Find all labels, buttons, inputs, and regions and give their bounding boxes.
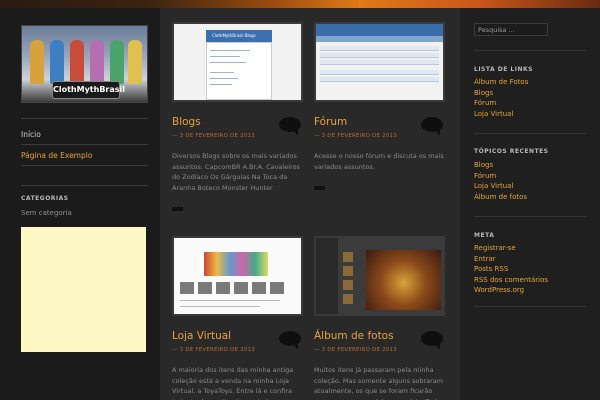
logo-text: ClothMythBrasil bbox=[52, 81, 125, 99]
sticky-note-widget bbox=[21, 227, 146, 352]
post-blogs: ClothMythBrasil Blogs Blogs — 3 DE FEVER… bbox=[172, 22, 303, 211]
recent-posts-heading: TÓPICOS RECENTES bbox=[474, 148, 549, 155]
thumb-cell bbox=[270, 282, 284, 294]
thumb-sidebar bbox=[316, 238, 338, 314]
thumb-banner bbox=[204, 252, 268, 276]
divider bbox=[474, 216, 586, 217]
divider bbox=[21, 185, 148, 186]
comment-bubble-icon[interactable] bbox=[421, 117, 443, 136]
figure-icon bbox=[70, 40, 84, 84]
thumb-cell bbox=[234, 282, 248, 294]
post-excerpt: Muitos itens já passaram pela minha cole… bbox=[314, 366, 444, 400]
thumb-photo bbox=[343, 294, 353, 304]
meta-item[interactable]: WordPress.org bbox=[474, 285, 548, 296]
figure-icon bbox=[50, 40, 64, 84]
thumb-line bbox=[210, 62, 246, 63]
thumb-row bbox=[320, 46, 439, 51]
post-loja-virtual: Loja Virtual — 3 DE FEVEREIRO DE 2013 A … bbox=[172, 236, 303, 400]
thumb-line bbox=[180, 306, 260, 307]
link-item[interactable]: Fórum bbox=[474, 98, 528, 109]
main-nav: Início Página de Exemplo bbox=[21, 124, 148, 166]
thumb-line bbox=[180, 300, 280, 301]
search-input[interactable] bbox=[474, 23, 548, 36]
thumb-row bbox=[320, 53, 439, 58]
thumb-caption: ClothMythBrasil Blogs bbox=[212, 33, 256, 38]
read-more-link[interactable] bbox=[172, 207, 183, 211]
post-thumbnail[interactable] bbox=[314, 22, 445, 102]
thumb-cell bbox=[198, 282, 212, 294]
post-thumbnail[interactable]: ClothMythBrasil Blogs bbox=[172, 22, 303, 102]
meta-item[interactable]: RSS dos comentários bbox=[474, 275, 548, 286]
post-date[interactable]: — 3 DE FEVEREIRO DE 2013 bbox=[172, 347, 303, 353]
thumb-photo bbox=[343, 266, 353, 276]
recent-post-item[interactable]: Fórum bbox=[474, 171, 527, 182]
thumb-main-photo bbox=[366, 250, 441, 310]
thumb-line bbox=[210, 56, 240, 57]
link-item[interactable]: Blogs bbox=[474, 88, 528, 99]
thumb-row bbox=[320, 70, 439, 75]
link-item[interactable]: Álbum de Fotos bbox=[474, 77, 528, 88]
divider bbox=[474, 133, 586, 134]
thumb-row bbox=[320, 77, 439, 82]
post-date[interactable]: — 3 DE FEVEREIRO DE 2013 bbox=[314, 347, 445, 353]
recent-post-item[interactable]: Loja Virtual bbox=[474, 181, 527, 192]
post-excerpt: Diversos Blogs sobre os mais variados as… bbox=[172, 152, 300, 192]
divider bbox=[474, 50, 586, 51]
meta-item[interactable]: Entrar bbox=[474, 254, 548, 265]
post-album-fotos: Álbum de fotos — 3 DE FEVEREIRO DE 2013 … bbox=[314, 236, 445, 400]
links-heading: LISTA DE LINKS bbox=[474, 66, 533, 73]
figure-icon bbox=[90, 40, 104, 84]
post-thumbnail[interactable] bbox=[314, 236, 445, 316]
categories-empty: Sem categoria bbox=[21, 209, 72, 217]
post-date[interactable]: — 3 DE FEVEREIRO DE 2013 bbox=[172, 133, 303, 139]
post-forum: Fórum — 3 DE FEVEREIRO DE 2013 Acesse o … bbox=[314, 22, 445, 190]
meta-heading: META bbox=[474, 232, 495, 239]
figure-icon bbox=[128, 40, 142, 84]
meta-item[interactable]: Registrar-se bbox=[474, 243, 548, 254]
figure-icon bbox=[110, 40, 124, 84]
thumb-cell bbox=[180, 282, 194, 294]
divider bbox=[474, 306, 586, 307]
thumb-cell bbox=[216, 282, 230, 294]
meta-item[interactable]: Posts RSS bbox=[474, 264, 548, 275]
link-item[interactable]: Loja Virtual bbox=[474, 109, 528, 120]
thumb-header: ClothMythBrasil Blogs bbox=[206, 30, 272, 42]
comment-bubble-icon[interactable] bbox=[421, 331, 443, 350]
top-banner bbox=[0, 0, 600, 8]
post-date[interactable]: — 3 DE FEVEREIRO DE 2013 bbox=[314, 133, 445, 139]
post-thumbnail[interactable] bbox=[172, 236, 303, 316]
thumb-line bbox=[210, 50, 250, 51]
thumb-line bbox=[210, 78, 238, 79]
read-more-link[interactable] bbox=[314, 186, 325, 190]
post-excerpt: Acesse o nosso fórum e discuta os mais v… bbox=[314, 152, 444, 171]
comment-bubble-icon[interactable] bbox=[279, 331, 301, 350]
links-list: Álbum de Fotos Blogs Fórum Loja Virtual bbox=[474, 77, 528, 119]
recent-post-item[interactable]: Álbum de fotos bbox=[474, 192, 527, 203]
comment-bubble-icon[interactable] bbox=[279, 117, 301, 136]
thumb-cell bbox=[252, 282, 266, 294]
nav-item-pagina-exemplo[interactable]: Página de Exemplo bbox=[21, 145, 148, 166]
recent-posts-list: Blogs Fórum Loja Virtual Álbum de fotos bbox=[474, 160, 527, 202]
thumb-photo bbox=[343, 252, 353, 262]
recent-post-item[interactable]: Blogs bbox=[474, 160, 527, 171]
divider bbox=[21, 118, 148, 119]
post-excerpt: A maioria dos itens das minha antiga col… bbox=[172, 366, 294, 400]
meta-list: Registrar-se Entrar Posts RSS RSS dos co… bbox=[474, 243, 548, 296]
thumb-line bbox=[210, 72, 234, 73]
site-logo[interactable]: ClothMythBrasil bbox=[21, 25, 148, 103]
nav-item-inicio[interactable]: Início bbox=[21, 124, 148, 145]
thumb-photo bbox=[343, 280, 353, 290]
thumb-row bbox=[320, 60, 439, 65]
thumb-subheader bbox=[316, 36, 443, 42]
figure-icon bbox=[30, 40, 44, 84]
thumb-line bbox=[210, 84, 232, 85]
categories-heading: CATEGORIAS bbox=[21, 195, 69, 202]
thumb-header bbox=[316, 24, 443, 36]
